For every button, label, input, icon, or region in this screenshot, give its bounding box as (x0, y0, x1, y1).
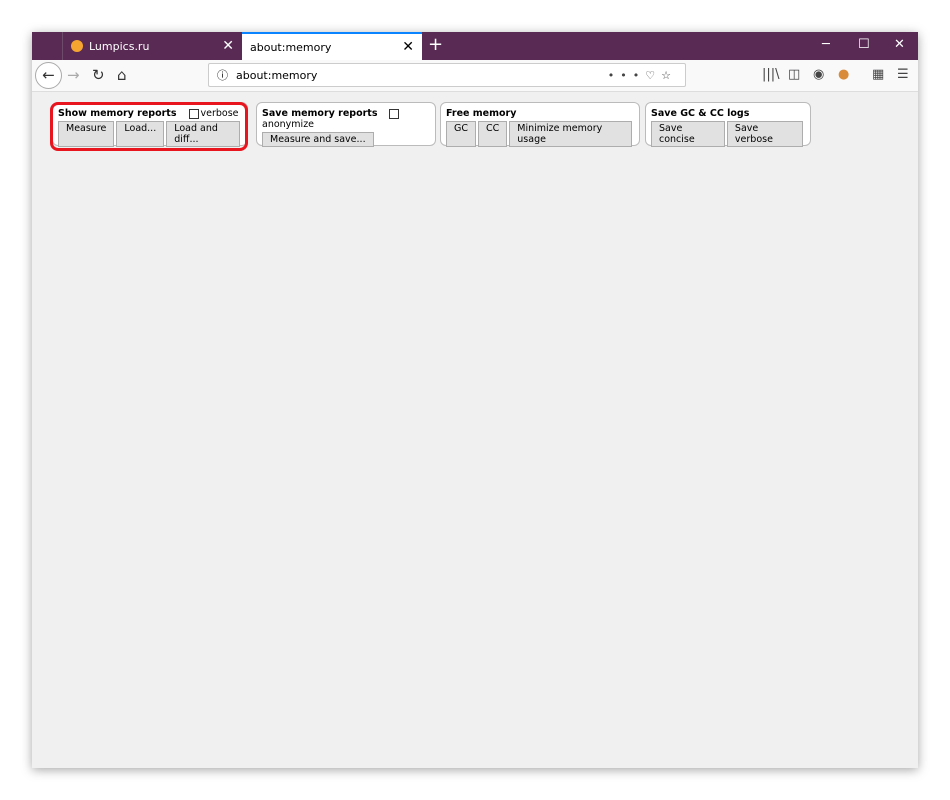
close-window-icon[interactable]: ✕ (894, 37, 905, 52)
save-gc-cc-logs-section: Save GC & CC logs Save concise Save verbo… (645, 102, 811, 147)
anonymize-checkbox[interactable] (389, 108, 400, 119)
tab-about-memory[interactable]: about:memory ✕ (242, 32, 422, 60)
menu-icon[interactable]: ☰ (897, 67, 909, 82)
save-concise-button[interactable]: Save concise (651, 121, 725, 147)
reload-icon[interactable]: ↻ (92, 66, 105, 84)
highlight-annotation (50, 102, 248, 151)
tab-lumpics[interactable]: Lumpics.ru ✕ (62, 32, 242, 60)
tab-bar: Lumpics.ru ✕ about:memory ✕ + ─ ☐ ✕ (32, 32, 918, 60)
favicon-icon (71, 40, 83, 52)
save-verbose-button[interactable]: Save verbose (726, 121, 803, 147)
close-tab-icon[interactable]: ✕ (222, 38, 234, 54)
save-memory-reports-section: Save memory reportsanonymize Measure and… (256, 102, 436, 147)
new-tab-icon[interactable]: + (428, 34, 443, 55)
info-icon[interactable]: ⓘ (217, 67, 228, 83)
close-tab-icon[interactable]: ✕ (402, 39, 414, 55)
gc-button[interactable]: GC (446, 121, 476, 147)
measure-and-save-button[interactable]: Measure and save... (262, 132, 374, 147)
checkbox-label: anonymize (262, 119, 315, 130)
free-memory-section: Free memory GC CC Minimize memory usage (440, 102, 640, 147)
tab-label: about:memory (250, 40, 332, 54)
home-icon[interactable]: ⌂ (117, 66, 127, 84)
pocket-icon[interactable]: ♡ (645, 69, 661, 82)
account-icon[interactable]: ◉ (813, 67, 824, 82)
library-icon[interactable]: |||\ (762, 67, 780, 82)
section-title: Save GC & CC logs (651, 108, 750, 119)
more-icon[interactable]: ••• (608, 69, 645, 82)
section-title: Free memory (446, 108, 517, 119)
section-title: Save memory reports (262, 108, 378, 119)
url-bar[interactable]: ⓘ about:memory •••♡☆ (208, 63, 686, 87)
extension-monkey-icon[interactable]: ● (838, 67, 849, 82)
tab-label: Lumpics.ru (89, 39, 150, 53)
url-text: about:memory (236, 68, 318, 82)
browser-window: Lumpics.ru ✕ about:memory ✕ + ─ ☐ ✕ ← → ↻ … (32, 32, 918, 768)
gift-icon[interactable]: ▦ (872, 67, 884, 82)
nav-bar: ← → ↻ ⌂ ⓘ about:memory •••♡☆ |||\ ◫ ◉ ● ▦ … (32, 60, 918, 92)
minimize-icon[interactable]: ─ (822, 37, 830, 52)
cc-button[interactable]: CC (478, 121, 508, 147)
forward-icon[interactable]: → (67, 66, 80, 84)
minimize-memory-button[interactable]: Minimize memory usage (509, 121, 632, 147)
back-icon[interactable]: ← (35, 62, 62, 89)
bookmark-star-icon[interactable]: ☆ (661, 69, 677, 82)
sidebar-icon[interactable]: ◫ (788, 67, 800, 82)
maximize-icon[interactable]: ☐ (858, 37, 870, 52)
